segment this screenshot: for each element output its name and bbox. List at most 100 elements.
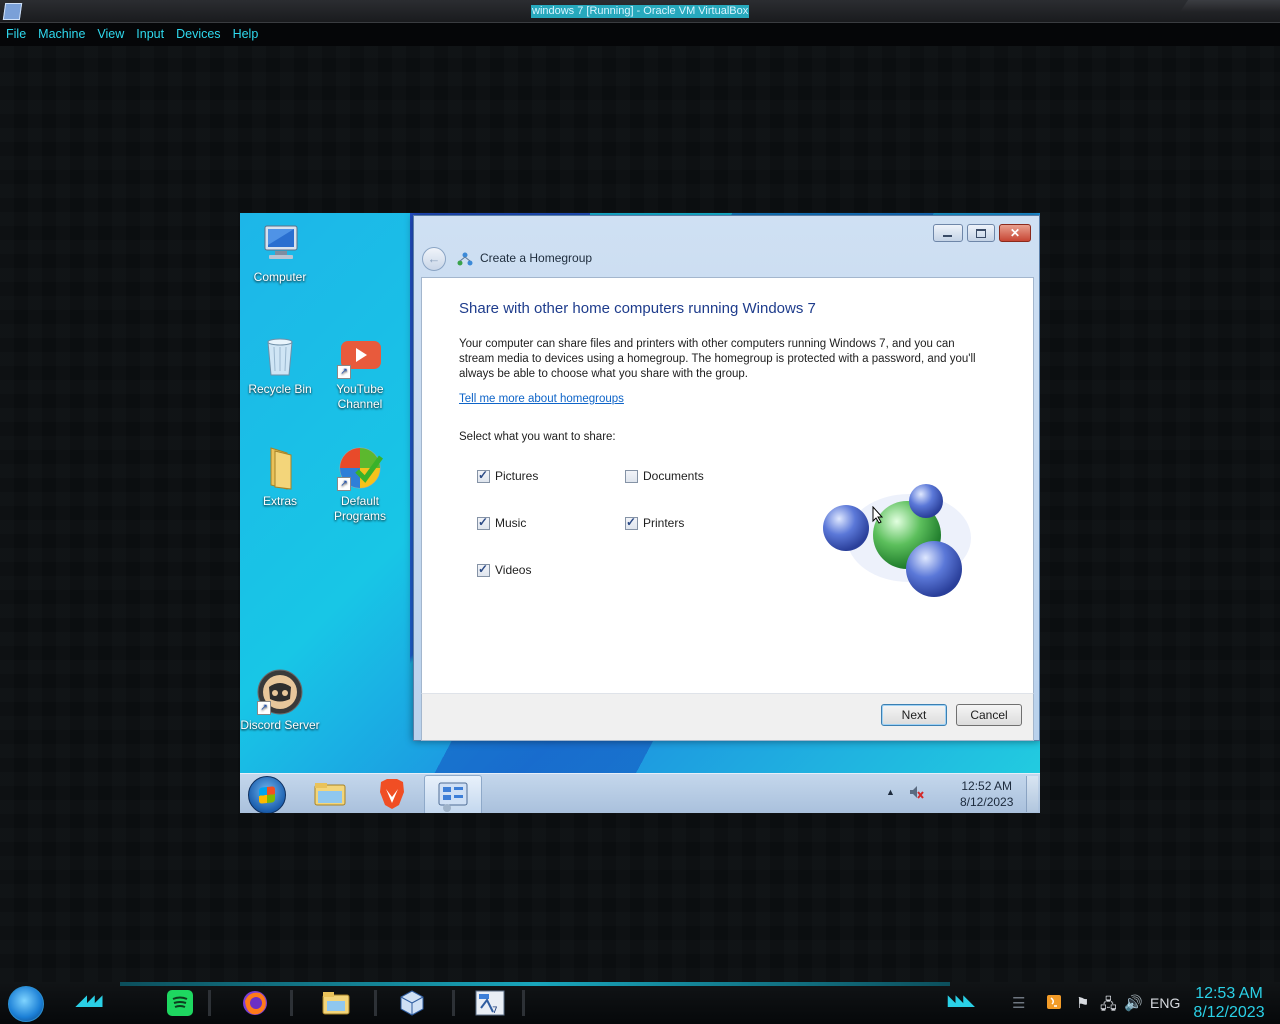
description-text: Your computer can share files and printe…	[459, 338, 976, 380]
homegroup-illustration-icon	[814, 463, 984, 603]
taskbar-separator	[290, 990, 293, 1016]
desktop-icon-label: Channel	[337, 397, 383, 411]
desktop-icon-discord-server[interactable]: ↗ Discord Server	[240, 669, 321, 733]
tray-overflow-icon[interactable]: ☰	[1012, 994, 1025, 1012]
start-orb-icon[interactable]	[8, 986, 44, 1022]
chevron-decoration-icon: ◣◣◣	[948, 992, 974, 1008]
share-prompt: Select what you want to share:	[459, 431, 616, 443]
videos-label: Videos	[495, 563, 532, 577]
guest-clock[interactable]: 12:52 AM 8/12/2023	[960, 778, 1013, 810]
computer-icon	[257, 221, 303, 267]
host-clock[interactable]: 12:53 AM 8/12/2023	[1186, 984, 1272, 1022]
host-titlebar[interactable]: windows 7 [Running] - Oracle VM VirtualB…	[0, 0, 1280, 23]
desktop-icon-extras[interactable]: Extras	[240, 445, 321, 509]
desktop-icon-label: Default	[340, 494, 380, 508]
network-icon[interactable]: 🖧	[1100, 994, 1117, 1019]
desktop-icon-default-programs[interactable]: ↗ Default Programs	[319, 445, 401, 524]
shortcut-arrow-icon: ↗	[337, 477, 351, 491]
guest-date: 8/12/2023	[960, 795, 1014, 809]
action-center-flag-icon[interactable]: ⚑	[1076, 994, 1089, 1012]
file-explorer-icon[interactable]	[316, 986, 356, 1020]
host-window-title: windows 7 [Running] - Oracle VM VirtualB…	[531, 5, 750, 18]
page-heading: Share with other home computers running …	[459, 300, 816, 317]
guest-taskbar: ▲ 12:52 AM 8/12/2023	[240, 773, 1040, 813]
desktop-icon-label: YouTube	[336, 382, 384, 396]
taskbar-brave-button[interactable]	[364, 775, 420, 813]
share-option-printers[interactable]: Printers	[625, 515, 684, 531]
dialog-footer: Next Cancel	[421, 693, 1034, 741]
music-checkbox[interactable]	[477, 515, 490, 530]
windows7-vm-icon[interactable]: 7	[470, 986, 510, 1020]
desktop-icon-label: Discord Server	[240, 718, 320, 732]
start-button[interactable]	[248, 776, 286, 813]
speaker-icon[interactable]: 🔊	[1124, 994, 1143, 1012]
homegroups-help-link[interactable]: Tell me more about homegroups	[459, 393, 624, 405]
dialog-title: Create a Homegroup	[480, 251, 593, 265]
firefox-icon[interactable]	[235, 986, 275, 1020]
taskbar-separator	[522, 990, 525, 1016]
printers-checkbox[interactable]	[625, 515, 638, 530]
taskbar-control-panel-button[interactable]	[424, 775, 482, 813]
recycle-bin-icon	[257, 333, 303, 379]
close-button[interactable]: ✕	[999, 224, 1031, 242]
arrow-left-icon: ←	[427, 251, 441, 266]
folder-icon	[257, 445, 303, 491]
desktop-icon-label: Recycle Bin	[248, 382, 312, 396]
mouse-cursor-icon	[872, 505, 884, 529]
show-hidden-icons-icon[interactable]: ▲	[886, 787, 895, 797]
menu-help[interactable]: Help	[227, 24, 265, 46]
host-menubar: File Machine View Input Devices Help	[0, 24, 264, 46]
share-option-videos[interactable]: Videos	[477, 562, 531, 578]
desktop-icon-label: Computer	[253, 270, 307, 284]
brave-browser-icon	[380, 779, 404, 809]
taskbar-separator	[452, 990, 455, 1016]
printers-label: Printers	[643, 516, 685, 530]
speaker-muted-icon[interactable]	[908, 784, 924, 803]
spotify-icon[interactable]	[160, 986, 200, 1020]
taskbar-separator	[374, 990, 377, 1016]
default-programs-icon: ↗	[337, 445, 384, 491]
host-window-controls[interactable]	[1180, 0, 1280, 12]
menu-devices[interactable]: Devices	[170, 24, 226, 46]
share-option-pictures[interactable]: Pictures	[477, 468, 538, 484]
taskbar-explorer-button[interactable]	[302, 775, 358, 813]
pictures-label: Pictures	[495, 469, 539, 483]
host-date: 8/12/2023	[1193, 1004, 1265, 1021]
menu-file[interactable]: File	[0, 24, 32, 46]
menu-machine[interactable]: Machine	[32, 24, 91, 46]
youtube-icon: ↗	[337, 333, 383, 379]
desktop-icon-label: Extras	[262, 494, 297, 508]
dialog-content: Share with other home computers running …	[421, 277, 1034, 694]
desktop-icon-recycle-bin[interactable]: Recycle Bin	[240, 333, 321, 397]
music-label: Music	[495, 516, 527, 530]
back-button[interactable]: ←	[422, 247, 446, 271]
menu-input[interactable]: Input	[130, 24, 170, 46]
taskbar-separator	[208, 990, 211, 1016]
share-option-music[interactable]: Music	[477, 515, 526, 531]
documents-checkbox[interactable]	[625, 469, 638, 483]
desktop-icon-youtube-channel[interactable]: ↗ YouTube Channel	[319, 333, 401, 412]
file-explorer-icon	[314, 783, 346, 806]
share-option-documents[interactable]: Documents	[625, 468, 704, 484]
menu-view[interactable]: View	[91, 24, 130, 46]
homegroup-icon	[457, 251, 473, 267]
create-homegroup-dialog: ✕ ← Create a Homegroup Share with other …	[413, 215, 1040, 741]
host-taskbar: ◢◢◢ 7 ◣◣◣ ☰ ⚑ 🖧 🔊 ENG 12:53 AM 8/12/2023	[0, 982, 1280, 1024]
cancel-button[interactable]: Cancel	[956, 704, 1022, 726]
virtualbox-icon[interactable]	[392, 986, 432, 1020]
control-panel-icon	[438, 782, 468, 812]
show-desktop-button[interactable]	[1026, 776, 1038, 812]
language-indicator[interactable]: ENG	[1150, 995, 1180, 1011]
vm-screen[interactable]: Computer Recycle Bin ↗ YouTube Channel E…	[240, 213, 1040, 813]
chevron-decoration-icon: ◢◢◢	[76, 992, 102, 1008]
java-update-icon[interactable]	[1046, 994, 1062, 1014]
documents-label: Documents	[643, 469, 704, 483]
svg-text:7: 7	[492, 1006, 498, 1016]
minimize-button[interactable]	[933, 224, 963, 242]
videos-checkbox[interactable]	[477, 562, 490, 577]
pictures-checkbox[interactable]	[477, 468, 490, 483]
maximize-button[interactable]	[967, 224, 995, 242]
close-icon: ✕	[1009, 226, 1021, 240]
next-button[interactable]: Next	[881, 704, 947, 726]
desktop-icon-computer[interactable]: Computer	[240, 221, 321, 285]
